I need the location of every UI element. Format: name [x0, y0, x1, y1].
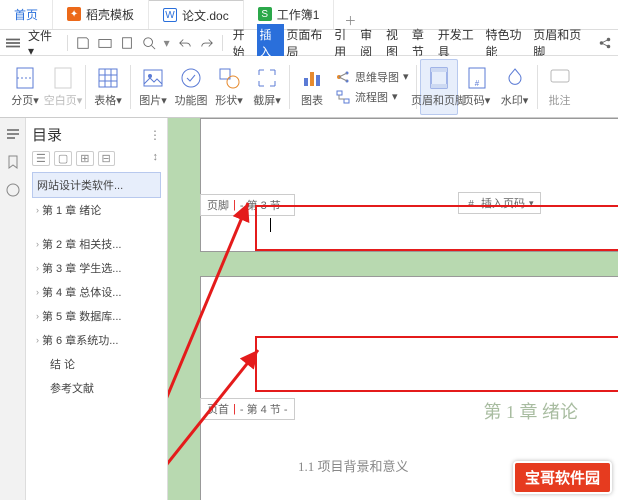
rb-featimg[interactable]: 功能图	[172, 59, 210, 115]
outline-item-5[interactable]: ›第 4 章 总体设...	[32, 280, 161, 304]
tab-doc[interactable]: W论文.doc	[149, 0, 244, 29]
header-tag-2[interactable]: 页首|- 第 4 节 -	[200, 398, 295, 420]
save-icon[interactable]	[76, 36, 90, 50]
open-icon[interactable]	[98, 36, 112, 50]
tab-home[interactable]: 首页	[0, 0, 53, 29]
outline-item-8[interactable]: 结 论	[32, 352, 161, 376]
outline-item-7[interactable]: ›第 6 章系统功...	[32, 328, 161, 352]
rb-headerfooter[interactable]: 页眉和页脚	[420, 59, 458, 115]
sheet-icon: S	[258, 7, 272, 21]
outline-title: 目录	[32, 124, 62, 145]
rb-flowchart[interactable]: 流程图 ▾	[335, 89, 409, 105]
undo-icon[interactable]	[178, 36, 192, 50]
rb-picture[interactable]: 图片▾	[134, 59, 172, 115]
subsection-title: 1.1 项目背景和意义	[298, 456, 409, 475]
ribbon: 分页▾ 空白页▾ 表格▾ 图片▾ 功能图 形状▾ 截屏▾ 图表 思维导图 ▾ 流…	[0, 56, 618, 118]
redo-icon[interactable]	[200, 36, 214, 50]
print-icon[interactable]	[120, 36, 134, 50]
rb-table[interactable]: 表格▾	[89, 59, 127, 115]
rb-watermark[interactable]: 水印▾	[496, 59, 534, 115]
doc-icon: W	[163, 8, 177, 22]
footer-tag-1[interactable]: 页脚|- 第 3 节 -	[200, 194, 295, 216]
chapter-title: 第 1 章 绪论	[484, 398, 579, 424]
outline-item-6[interactable]: ›第 5 章 数据库...	[32, 304, 161, 328]
rb-mindmap[interactable]: 思维导图 ▾	[335, 69, 409, 85]
menubar: 文件 ▾ ▾ 开始插入页面布局引用审阅视图章节开发工具特色功能页眉和页脚	[0, 30, 618, 56]
rb-pagenum[interactable]: #页码▾	[458, 59, 496, 115]
document-canvas[interactable]: 页脚|- 第 3 节 - # 插入页码▾ 页首|- 第 4 节 - 第 1 章 …	[168, 118, 618, 500]
site-watermark: 宝哥软件园	[513, 461, 612, 494]
outline-item-3[interactable]: ›第 2 章 相关技...	[32, 232, 161, 256]
rb-shape[interactable]: 形状▾	[210, 59, 248, 115]
menu-icon[interactable]	[6, 36, 20, 50]
rb-screenshot[interactable]: 截屏▾	[248, 59, 286, 115]
svg-text:#: #	[468, 199, 474, 210]
insert-pagenum-button[interactable]: # 插入页码▾	[458, 192, 541, 214]
outline-item-9[interactable]: 参考文献	[32, 376, 161, 400]
rail-help-icon[interactable]	[5, 182, 21, 198]
outline-panel: 目录 ⋮ ☰▢⊞⊟↕ 网站设计类软件...›第 1 章 绪论 ›第 2 章 相关技.…	[26, 118, 168, 500]
tab-template[interactable]: ✦稻壳模板	[53, 0, 149, 29]
rb-chart[interactable]: 图表	[293, 59, 331, 115]
outline-close[interactable]: ⋮	[149, 128, 161, 142]
preview-icon[interactable]	[142, 36, 156, 50]
outline-item-1[interactable]: ›第 1 章 绪论	[32, 198, 161, 222]
outline-item-4[interactable]: ›第 3 章 学生选...	[32, 256, 161, 280]
rb-comment[interactable]: 批注	[541, 59, 579, 115]
outline-item-0[interactable]: 网站设计类软件...	[32, 172, 161, 198]
outline-tools[interactable]: ☰▢⊞⊟↕	[32, 151, 161, 166]
rail-bookmark-icon[interactable]	[5, 154, 21, 170]
share-icon[interactable]	[598, 36, 612, 50]
svg-text:#: #	[474, 79, 479, 88]
file-menu[interactable]: 文件 ▾	[28, 27, 59, 58]
template-icon: ✦	[67, 7, 81, 21]
rb-paging[interactable]: 分页▾	[6, 59, 44, 115]
rail-outline-icon[interactable]	[5, 126, 21, 142]
rb-blankpage[interactable]: 空白页▾	[44, 59, 82, 115]
left-rail	[0, 118, 26, 500]
